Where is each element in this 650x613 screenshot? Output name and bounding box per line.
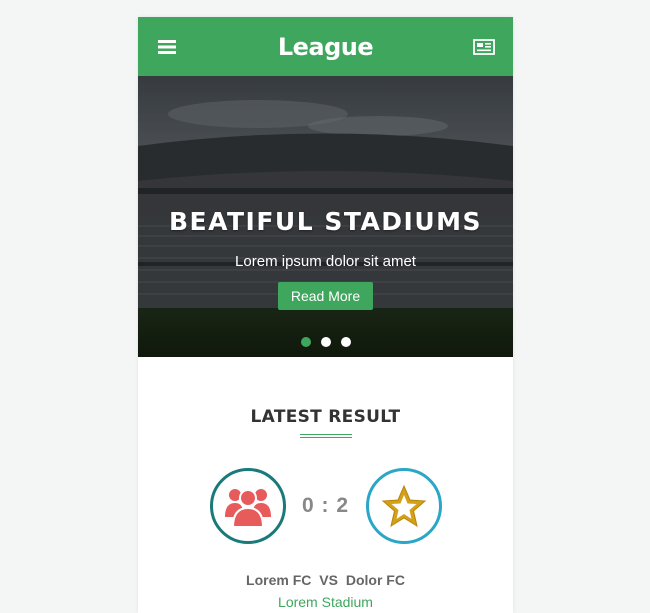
latest-result-heading: LATEST RESULT: [250, 407, 401, 427]
match-card[interactable]: 0 : 2: [138, 468, 513, 544]
hero-slider[interactable]: BEATIFUL STADIUMS Lorem ipsum dolor sit …: [138, 76, 513, 357]
app-title: League: [277, 32, 374, 61]
slider-pagination: [138, 337, 513, 347]
top-app-bar: League: [138, 17, 513, 76]
read-more-button[interactable]: Read More: [278, 282, 373, 310]
home-score: 0: [301, 494, 315, 517]
hero-title: BEATIFUL STADIUMS: [168, 207, 483, 236]
app-screen: League BEATIFUL STADIUMS Lorem ipsum dol…: [138, 17, 513, 613]
match-venue[interactable]: Lorem Stadium: [138, 594, 513, 610]
slider-dot-2[interactable]: [320, 337, 331, 347]
home-team-name[interactable]: Lorem FC: [246, 572, 311, 588]
star-icon: [381, 484, 426, 528]
vs-label: VS: [319, 572, 338, 588]
users-group-icon: [224, 489, 271, 528]
away-team-name[interactable]: Dolor FC: [346, 572, 405, 588]
away-team-logo[interactable]: [365, 468, 442, 544]
match-teams: Lorem FC VS Dolor FC: [138, 572, 513, 588]
score: 0 : 2: [296, 494, 356, 518]
slider-dot-1[interactable]: [300, 337, 311, 347]
heading-underline: [299, 434, 352, 438]
away-score: 2: [336, 494, 350, 517]
slider-dot-3[interactable]: [340, 337, 351, 347]
newspaper-icon[interactable]: [472, 35, 496, 59]
hamburger-menu-icon[interactable]: [155, 35, 179, 59]
home-team-logo[interactable]: [209, 468, 286, 544]
score-separator: :: [321, 494, 330, 517]
hero-subtitle: Lorem ipsum dolor sit amet: [235, 253, 416, 270]
